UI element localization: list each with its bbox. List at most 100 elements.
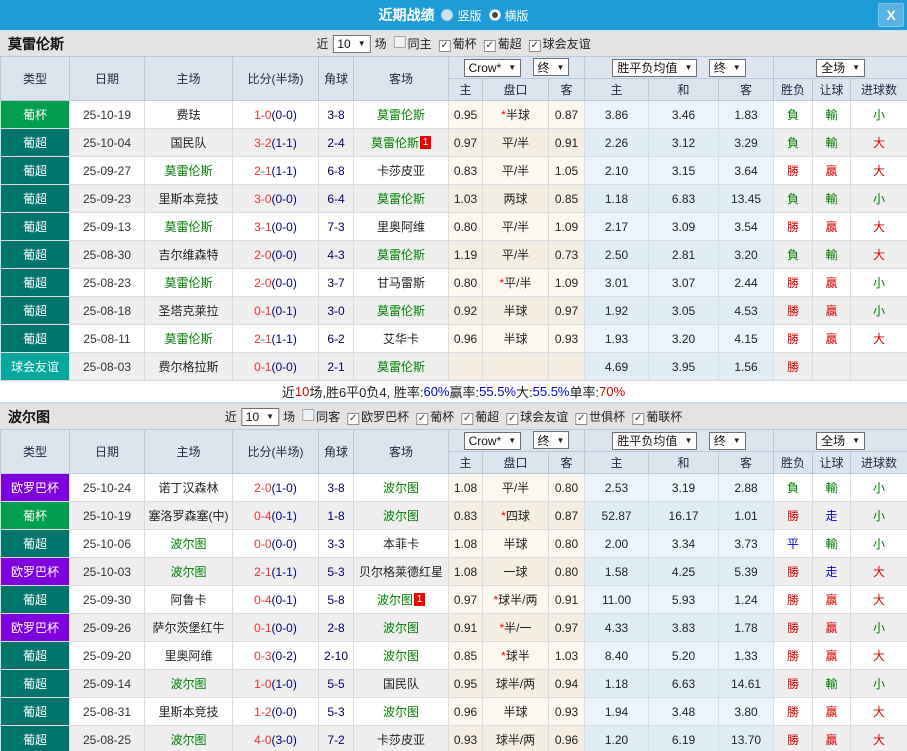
avg-draw-odds: 3.20 bbox=[648, 324, 720, 353]
away-odds: 0.96 bbox=[547, 725, 586, 751]
home-team-cell: 莫雷伦斯 bbox=[144, 268, 233, 297]
games-count-select[interactable]: 10 ▼ bbox=[240, 407, 280, 426]
away-team-name: 莫雷伦斯 bbox=[376, 248, 425, 262]
away-odds: 1.05 bbox=[547, 156, 586, 185]
result-winlose: 勝 bbox=[773, 296, 814, 325]
home-team-name: 吉尔维森特 bbox=[158, 248, 219, 262]
team-name: 波尔图 bbox=[8, 408, 50, 425]
result-goals: 小 bbox=[850, 100, 907, 129]
handicap-cell: 一球 bbox=[482, 557, 549, 586]
home-odds: 0.80 bbox=[448, 268, 483, 297]
scope-select[interactable]: 全场 ▼ bbox=[816, 58, 865, 77]
score-cell: 1-0(1-0) bbox=[232, 669, 319, 698]
avg-home-odds: 1.18 bbox=[584, 184, 650, 213]
result-handicap: 走 bbox=[812, 557, 852, 586]
corners-cell: 5-5 bbox=[318, 669, 354, 698]
odds-company-select[interactable]: Crow* ▼ bbox=[463, 431, 522, 450]
result-winlose: 勝 bbox=[773, 697, 814, 726]
avg-away-odds: 1.83 bbox=[718, 100, 775, 129]
avg-away-odds: 2.44 bbox=[718, 268, 775, 297]
avg-draw-odds: 3.07 bbox=[648, 268, 720, 297]
fulltime-score: 2-1 bbox=[254, 564, 272, 579]
away-team-cell: 莫雷伦斯 bbox=[353, 100, 449, 129]
chevron-down-icon: ▼ bbox=[266, 412, 275, 421]
games-count-select[interactable]: 10 ▼ bbox=[332, 34, 371, 53]
checkbox-checked[interactable]: ✓ bbox=[461, 413, 474, 425]
checkbox-checked[interactable]: ✓ bbox=[506, 413, 519, 425]
checkbox-checked[interactable]: ✓ bbox=[416, 413, 429, 425]
halftime-score: (0-0) bbox=[271, 107, 297, 122]
radio-unselected[interactable] bbox=[441, 9, 454, 21]
league-type-badge: 葡超 bbox=[0, 697, 70, 726]
handicap-value: 四球 bbox=[505, 509, 530, 523]
checkbox-checked[interactable]: ✓ bbox=[575, 413, 588, 425]
result-goals: 大 bbox=[850, 557, 907, 586]
close-button[interactable]: X bbox=[878, 3, 904, 27]
home-team-cell: 诺丁汉森林 bbox=[144, 473, 233, 502]
score-cell: 1-2(0-0) bbox=[232, 697, 319, 726]
scope-select[interactable]: 全场 ▼ bbox=[816, 431, 865, 450]
match-row: 葡超 25-09-23 里斯本竞技 3-0(0-0) 6-4 莫雷伦斯 1.03 两球 0.85… bbox=[0, 184, 907, 213]
league-type-badge: 球会友谊 bbox=[0, 352, 70, 381]
checkbox-checked[interactable]: ✓ bbox=[528, 40, 541, 52]
filter-checkbox-label: 葡杯 bbox=[452, 37, 477, 51]
fulltime-score: 0-0 bbox=[254, 536, 272, 551]
odds-stage-select[interactable]: 终 ▼ bbox=[532, 431, 570, 450]
odds-company-select[interactable]: Crow* ▼ bbox=[463, 58, 522, 77]
league-type-badge: 葡超 bbox=[0, 669, 70, 698]
away-team-name: 莫雷伦斯 bbox=[376, 108, 425, 122]
handicap-cell: *半/一 bbox=[482, 613, 549, 642]
avg-away-odds: 14.61 bbox=[718, 669, 775, 698]
avg-away-odds: 13.70 bbox=[718, 725, 775, 751]
avg-home-odds: 3.86 bbox=[584, 100, 650, 129]
checkbox-checked[interactable]: ✓ bbox=[438, 40, 451, 52]
result-winlose: 勝 bbox=[773, 557, 814, 586]
avg-draw-odds: 16.17 bbox=[648, 501, 720, 530]
avg-draw-odds: 3.19 bbox=[648, 473, 720, 502]
col-header-date: 日期 bbox=[69, 429, 145, 474]
away-odds: 0.97 bbox=[547, 613, 586, 642]
avg-stage-select[interactable]: 终 ▼ bbox=[708, 58, 746, 77]
corners-cell: 5-3 bbox=[318, 697, 354, 726]
home-team-name: 里斯本竞技 bbox=[158, 192, 219, 206]
checkbox-unchecked[interactable] bbox=[302, 409, 315, 421]
match-row: 葡超 25-08-11 莫雷伦斯 2-1(1-1) 6-2 艾华卡 0.96 半球 0.93 1.… bbox=[0, 324, 907, 353]
away-team-name: 卡莎皮亚 bbox=[376, 733, 425, 747]
away-odds: 0.91 bbox=[547, 585, 586, 614]
away-team-name: 莫雷伦斯 bbox=[370, 136, 419, 150]
summary-segment: 大: bbox=[516, 385, 533, 400]
radio-selected[interactable] bbox=[488, 9, 501, 21]
match-row: 葡超 25-10-04 国民队 3-2(1-1) 2-4 莫雷伦斯 1 0.97 平/半 0.91… bbox=[0, 128, 907, 157]
result-goals: 大 bbox=[850, 156, 907, 185]
away-odds: 0.80 bbox=[547, 529, 586, 558]
home-team-cell: 里斯本竞技 bbox=[144, 697, 233, 726]
checkbox-checked[interactable]: ✓ bbox=[483, 40, 496, 52]
corners-cell: 6-8 bbox=[318, 156, 354, 185]
avg-type-select[interactable]: 胜平负均值 ▼ bbox=[612, 58, 698, 77]
result-handicap: 贏 bbox=[812, 156, 852, 185]
score-cell: 3-0(0-0) bbox=[232, 184, 319, 213]
away-odds: 1.09 bbox=[547, 212, 586, 241]
odds-stage-select[interactable]: 终 ▼ bbox=[532, 58, 570, 77]
match-row: 葡超 25-09-14 波尔图 1-0(1-0) 5-5 国民队 0.95 球半/两 0.94 1… bbox=[0, 669, 907, 698]
result-handicap: 輸 bbox=[812, 669, 852, 698]
summary-segment: 60% bbox=[423, 384, 450, 399]
avg-type-select[interactable]: 胜平负均值 ▼ bbox=[612, 431, 698, 450]
match-date: 25-10-19 bbox=[69, 501, 145, 530]
home-team-name: 圣塔克莱拉 bbox=[158, 304, 219, 318]
checkbox-checked[interactable]: ✓ bbox=[347, 413, 360, 425]
home-odds: 0.93 bbox=[448, 725, 483, 751]
home-team-name: 里奥阿维 bbox=[164, 649, 213, 663]
near-label: 近 bbox=[224, 410, 237, 424]
sub-header-avg-away: 客 bbox=[718, 78, 775, 101]
avg-away-odds: 3.64 bbox=[718, 156, 775, 185]
away-team-cell: 莫雷伦斯 bbox=[353, 352, 449, 381]
checkbox-checked[interactable]: ✓ bbox=[632, 413, 645, 425]
avg-home-odds: 11.00 bbox=[584, 585, 650, 614]
avg-home-odds: 1.92 bbox=[584, 296, 650, 325]
match-row: 葡超 25-10-06 波尔图 0-0(0-0) 3-3 本菲卡 1.08 半球 0.80 2.0… bbox=[0, 529, 907, 558]
avg-stage-select[interactable]: 终 ▼ bbox=[708, 431, 746, 450]
home-team-cell: 波尔图 bbox=[144, 529, 233, 558]
result-goals: 小 bbox=[850, 501, 907, 530]
checkbox-unchecked[interactable] bbox=[393, 36, 406, 48]
